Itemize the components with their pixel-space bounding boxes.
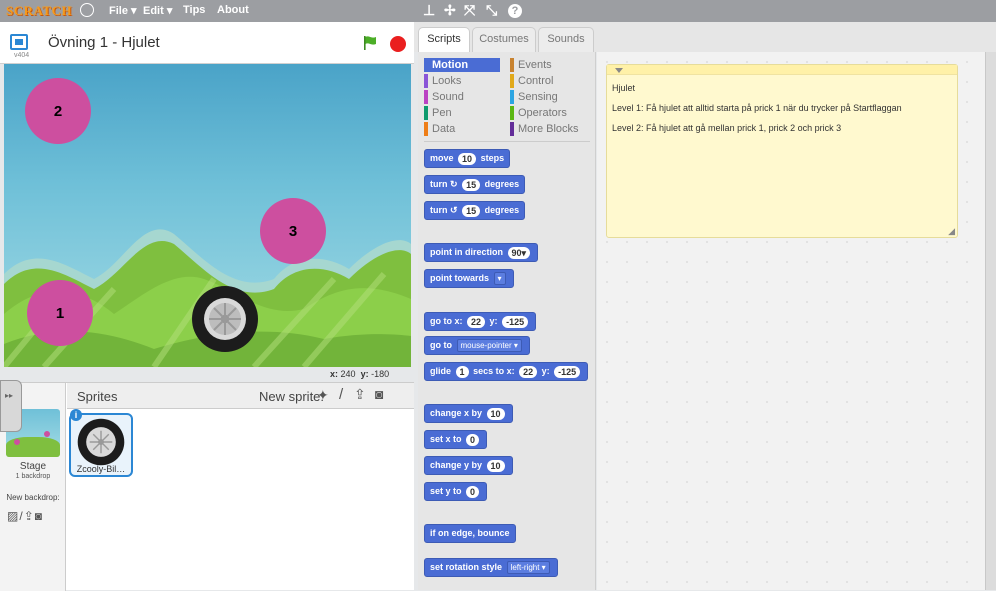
green-flag-icon[interactable]: [362, 35, 378, 51]
drawer-handle[interactable]: ▸▸: [0, 380, 22, 432]
rotate-cw-icon: ↻: [450, 179, 458, 189]
new-backdrop-buttons: ▨/⇪◙: [7, 509, 43, 523]
sprite-library-icon[interactable]: ✦: [317, 387, 329, 404]
editor-tabs: Scripts Costumes Sounds: [414, 22, 996, 53]
resize-handle-icon[interactable]: ◢: [948, 226, 955, 237]
category-sensing[interactable]: Sensing: [510, 90, 586, 104]
grow-icon[interactable]: ⤧: [464, 2, 475, 19]
block-point-in-direction[interactable]: point in direction 90▾: [424, 243, 539, 262]
new-sprite-label: New sprite:: [259, 389, 325, 404]
tips-menu[interactable]: Tips: [183, 4, 205, 16]
wheel-sprite[interactable]: [191, 285, 259, 353]
edit-menu[interactable]: Edit ▾: [143, 4, 172, 17]
block-glide[interactable]: glide 1 secs to x: 22 y: -125: [424, 362, 589, 381]
sprite-panel: Stage 1 backdrop New backdrop: ▨/⇪◙ Spri…: [0, 382, 414, 591]
block-change-x[interactable]: change x by 10: [424, 404, 513, 423]
shrink-icon[interactable]: ⤡: [486, 2, 497, 19]
chevron-right-icon: ▸▸: [5, 391, 14, 400]
sprite-thumbnail-wheel[interactable]: Zcooly-Bil…: [69, 413, 133, 477]
tab-costumes[interactable]: Costumes: [472, 27, 536, 52]
x-label: x:: [330, 369, 339, 379]
camera-icon[interactable]: ◙: [35, 509, 43, 523]
sprites-header: Sprites New sprite: ✦ / ⇪ ◙: [67, 383, 414, 409]
category-motion[interactable]: Motion: [424, 58, 500, 72]
y-label: y:: [360, 369, 369, 379]
category-control[interactable]: Control: [510, 74, 586, 88]
info-icon[interactable]: i: [70, 409, 82, 421]
stop-icon[interactable]: [390, 36, 406, 52]
stage-label: Stage: [19, 461, 47, 472]
about-menu[interactable]: About: [217, 4, 249, 16]
block-go-to[interactable]: go to mouse-pointer ▾: [424, 336, 530, 355]
sprite-name: Zcooly-Bil…: [76, 464, 126, 474]
category-operators[interactable]: Operators: [510, 106, 586, 120]
dot-3: 3: [260, 198, 326, 264]
block-set-y[interactable]: set y to 0: [424, 482, 488, 501]
sprites-title: Sprites: [77, 389, 118, 404]
help-icon[interactable]: ?: [508, 4, 522, 18]
upload-icon[interactable]: ⇪: [24, 509, 35, 523]
block-if-on-edge-bounce[interactable]: if on edge, bounce: [424, 524, 516, 543]
upload-sprite-icon[interactable]: ⇪: [354, 386, 366, 403]
x-value: 240: [340, 369, 356, 379]
category-more-blocks[interactable]: More Blocks: [510, 122, 586, 136]
scripts-scrollbar[interactable]: [985, 52, 996, 590]
block-point-towards[interactable]: point towards ▾: [424, 269, 514, 288]
block-move-steps[interactable]: move 10 steps: [424, 149, 511, 168]
category-data[interactable]: Data: [424, 122, 500, 136]
file-menu[interactable]: File ▾: [109, 4, 137, 17]
paint-new-sprite-icon[interactable]: /: [339, 386, 343, 403]
globe-icon[interactable]: [80, 3, 94, 17]
rotate-ccw-icon: ↺: [450, 205, 458, 215]
delete-icon[interactable]: ✢: [444, 2, 456, 19]
comment-collapse-toggle[interactable]: [607, 65, 957, 75]
block-change-y[interactable]: change y by 10: [424, 456, 513, 475]
block-palette: Motion Looks Sound Pen Data Events Contr…: [418, 52, 596, 590]
fullscreen-icon[interactable]: [10, 34, 28, 50]
stage-canvas[interactable]: 1 2 3: [4, 64, 411, 367]
backdrop-count: 1 backdrop: [15, 473, 51, 480]
scratch-logo[interactable]: SCRATCH: [6, 3, 72, 19]
dot-2: 2: [25, 78, 91, 144]
mouse-coordinates: x: 240 y: -180: [330, 369, 389, 379]
y-value: -180: [371, 369, 390, 379]
category-pen[interactable]: Pen: [424, 106, 500, 120]
comment-level-1: Level 1: Få hjulet att alltid starta på …: [612, 103, 902, 113]
new-backdrop-label: New backdrop:: [6, 493, 60, 502]
block-set-rotation-style[interactable]: set rotation style left-right ▾: [424, 558, 558, 577]
category-events[interactable]: Events: [510, 58, 586, 72]
block-go-to-xy[interactable]: go to x: 22 y: -125: [424, 312, 537, 331]
tab-sounds[interactable]: Sounds: [538, 27, 594, 52]
tab-scripts[interactable]: Scripts: [418, 27, 470, 53]
category-looks[interactable]: Looks: [424, 74, 500, 88]
block-turn-cw[interactable]: turn ↻ 15 degrees: [424, 175, 526, 194]
comment-level-2: Level 2: Få hjulet att gå mellan prick 1…: [612, 123, 842, 133]
block-turn-ccw[interactable]: turn ↺ 15 degrees: [424, 201, 526, 220]
project-title[interactable]: Övning 1 - Hjulet: [48, 34, 160, 51]
menu-bar: SCRATCH File ▾ Edit ▾ Tips About ⊥ ✢ ⤧ ⤡…: [0, 0, 996, 22]
paint-library-icon[interactable]: ▨: [7, 509, 19, 523]
wheel-thumbnail: [77, 418, 125, 466]
camera-sprite-icon[interactable]: ◙: [375, 386, 383, 402]
script-comment[interactable]: Hjulet Level 1: Få hjulet att alltid sta…: [606, 64, 958, 238]
block-set-x[interactable]: set x to 0: [424, 430, 488, 449]
duplicate-icon[interactable]: ⊥: [423, 2, 435, 19]
category-sound[interactable]: Sound: [424, 90, 500, 104]
dot-1: 1: [27, 280, 93, 346]
stage-header: v404 Övning 1 - Hjulet: [0, 22, 414, 64]
comment-title: Hjulet: [612, 83, 636, 93]
category-list: Motion Looks Sound Pen Data Events Contr…: [424, 58, 590, 142]
version-label: v404: [14, 52, 30, 59]
